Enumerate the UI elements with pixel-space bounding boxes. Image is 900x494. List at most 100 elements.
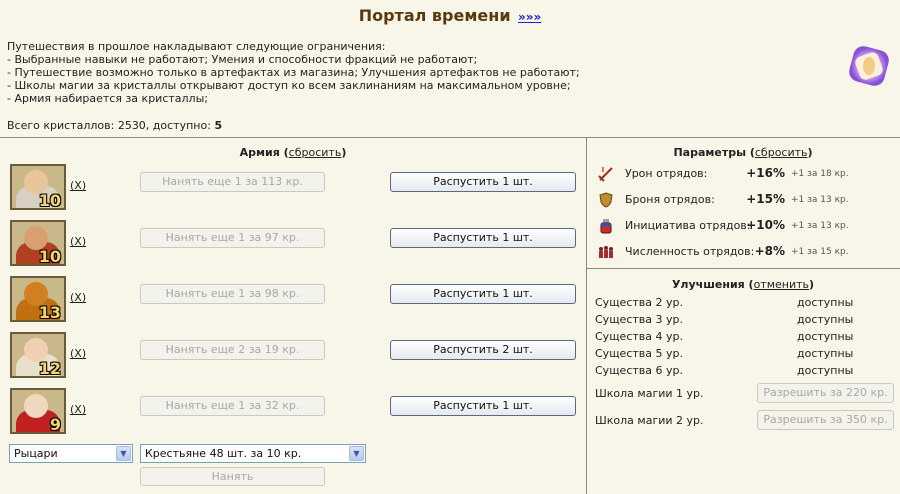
crystals-label: Всего кристаллов: 2530, доступно: [7,119,211,132]
param-increase-link[interactable]: +1 за 15 кр. [791,247,849,257]
unit-count: 10 [38,191,61,210]
upgrade-row: Существа 6 ур. доступны [595,364,895,380]
params-header: Параметры (сбросить) [673,146,813,159]
upgrade-row: Существа 5 ур. доступны [595,347,895,363]
upgrade-status: доступны [797,330,854,343]
unit-remove-link[interactable]: (X) [70,179,86,192]
upgrade-row: Существа 2 ур. доступны [595,296,895,312]
faction-select[interactable]: Рыцари ▼ [9,444,133,463]
troops-icon [599,246,613,258]
sword-icon [598,167,613,182]
portal-icon [849,46,889,86]
unit-portrait: 10 [10,220,66,266]
restriction-line: - Выбранные навыки не работают; Умения и… [7,53,478,66]
hire-more-button[interactable]: Нанять еще 1 за 32 кр. [140,396,325,416]
hire-more-button[interactable]: Нанять еще 2 за 19 кр. [140,340,325,360]
upgrade-status: доступны [797,313,854,326]
divider [586,137,587,494]
unit-count: 10 [38,247,61,266]
unit-count: 12 [38,359,61,378]
upgrade-label: Существа 3 ур. [595,313,683,326]
crystals-summary: Всего кристаллов: 2530, доступно: 5 [7,119,222,132]
upgrade-row: Существа 4 ур. доступны [595,330,895,346]
dismiss-button[interactable]: Распустить 1 шт. [390,172,576,192]
param-label: Инициатива отрядов: [625,219,751,232]
restrictions-text: Путешествия в прошлое накладывают следую… [7,40,807,105]
param-row: Численность отрядов: +8% +1 за 15 кр. [595,242,895,262]
hire-more-button[interactable]: Нанять еще 1 за 97 кр. [140,228,325,248]
page-title: Портал времени [358,6,511,25]
hire-more-button[interactable]: Нанять еще 1 за 98 кр. [140,284,325,304]
upgrade-status: доступны [797,364,854,377]
unit-remove-link[interactable]: (X) [70,291,86,304]
shield-icon [599,192,613,208]
faction-select-value: Рыцари [14,447,58,460]
unit-remove-link[interactable]: (X) [70,347,86,360]
upgrade-label: Существа 2 ур. [595,296,683,309]
unit-remove-link[interactable]: (X) [70,403,86,416]
divider [586,268,900,269]
hire-button[interactable]: Нанять [140,467,325,486]
hire-more-button[interactable]: Нанять еще 1 за 113 кр. [140,172,325,192]
portal-more-link[interactable]: »»» [518,10,541,24]
dismiss-button[interactable]: Распустить 1 шт. [390,396,576,416]
page-header: Портал времени »»» [0,6,900,25]
param-label: Броня отрядов: [625,193,715,206]
crystals-available: 5 [214,119,223,132]
potion-icon [600,219,612,234]
magic-school-label: Школа магии 1 ур. [595,387,704,400]
param-value: +16% [746,166,785,180]
chevron-down-icon[interactable]: ▼ [349,446,364,461]
param-row: Инициатива отрядов: +10% +1 за 13 кр. [595,216,895,236]
param-increase-link[interactable]: +1 за 13 кр. [791,221,849,231]
army-reset-link[interactable]: сбросить [289,146,342,159]
allow-school-button[interactable]: Разрешить за 350 кр. [757,410,894,430]
army-unit-row: 12 (X) Нанять еще 2 за 19 кр. Распустить… [0,332,586,382]
upgrades-title: Улучшения [671,278,745,291]
param-label: Урон отрядов: [625,167,708,180]
dismiss-button[interactable]: Распустить 1 шт. [390,284,576,304]
upgrade-label: Существа 5 ур. [595,347,683,360]
army-unit-row: 10 (X) Нанять еще 1 за 97 кр. Распустить… [0,220,586,270]
param-increase-link[interactable]: +1 за 18 кр. [791,169,849,179]
unit-portrait: 10 [10,164,66,210]
param-row: Броня отрядов: +15% +1 за 13 кр. [595,190,895,210]
upgrade-row: Существа 3 ур. доступны [595,313,895,329]
unit-portrait: 13 [10,276,66,322]
allow-school-button[interactable]: Разрешить за 220 кр. [757,383,894,403]
magic-school-row: Школа магии 2 ур. Разрешить за 350 кр. [595,410,895,432]
params-title: Параметры [673,146,747,159]
unit-type-select-value: Крестьяне 48 шт. за 10 кр. [145,447,302,460]
unit-portrait: 12 [10,332,66,378]
param-value: +10% [746,218,785,232]
param-label: Численность отрядов: [625,245,755,258]
army-unit-row: 10 (X) Нанять еще 1 за 113 кр. Распустит… [0,164,586,214]
dismiss-button[interactable]: Распустить 1 шт. [390,228,576,248]
param-value: +8% [754,244,785,258]
upgrade-status: доступны [797,296,854,309]
upgrades-cancel-link[interactable]: отменить [754,278,809,291]
unit-portrait: 9 [10,388,66,434]
chevron-down-icon[interactable]: ▼ [116,446,131,461]
param-row: Урон отрядов: +16% +1 за 18 кр. [595,164,895,184]
upgrade-label: Существа 6 ур. [595,364,683,377]
restriction-line: - Армия набирается за кристаллы; [7,92,208,105]
unit-figure [24,394,48,418]
restriction-line: - Школы магии за кристаллы открывают дос… [7,79,571,92]
army-unit-row: 9 (X) Нанять еще 1 за 32 кр. Распустить … [0,388,586,438]
upgrade-label: Существа 4 ур. [595,330,683,343]
magic-school-row: Школа магии 1 ур. Разрешить за 220 кр. [595,383,895,405]
divider [0,137,900,138]
unit-count: 13 [38,303,61,322]
restriction-line: Путешествия в прошлое накладывают следую… [7,40,386,53]
unit-remove-link[interactable]: (X) [70,235,86,248]
unit-type-select[interactable]: Крестьяне 48 шт. за 10 кр. ▼ [140,444,366,463]
army-unit-row: 13 (X) Нанять еще 1 за 98 кр. Распустить… [0,276,586,326]
upgrades-header: Улучшения (отменить) [671,278,815,291]
params-reset-link[interactable]: сбросить [755,146,808,159]
dismiss-button[interactable]: Распустить 2 шт. [390,340,576,360]
param-increase-link[interactable]: +1 за 13 кр. [791,195,849,205]
magic-school-label: Школа магии 2 ур. [595,414,704,427]
unit-count: 9 [49,415,61,434]
army-header: Армия (сбросить) [239,146,347,159]
